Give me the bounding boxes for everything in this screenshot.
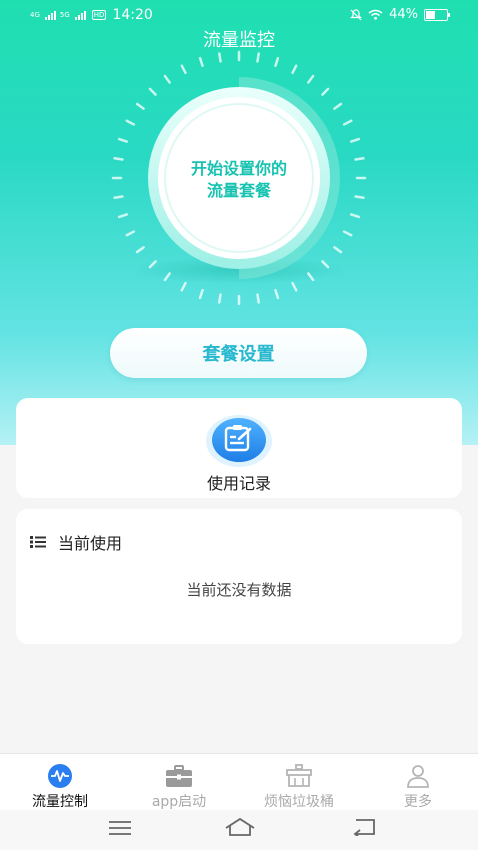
dial-tick — [180, 64, 187, 75]
dial-prompt[interactable]: 开始设置你的 流量套餐 — [160, 158, 318, 202]
system-nav-bar — [0, 810, 478, 850]
dial-tick — [198, 56, 204, 68]
list-icon — [30, 536, 46, 548]
dial-tick — [198, 288, 204, 300]
dial-tick — [256, 293, 260, 304]
tab-app-launch[interactable]: app启动 — [124, 764, 234, 811]
tab-label: 流量控制 — [32, 794, 88, 810]
dial-tick — [342, 119, 353, 126]
dial-tick — [333, 102, 343, 110]
back-icon[interactable] — [352, 818, 378, 836]
dial-tick — [291, 281, 298, 292]
dial-tick — [307, 74, 315, 84]
dial-tick — [349, 137, 361, 143]
dial-tick — [321, 87, 330, 96]
dial-tick — [274, 288, 280, 300]
dial-tick — [218, 293, 222, 304]
dial-tick — [148, 87, 157, 96]
dial-tick — [117, 213, 129, 219]
usage-record-label[interactable]: 使用记录 — [0, 470, 478, 494]
dial-tick — [117, 137, 129, 143]
dial-tick — [274, 56, 280, 68]
dial-tick — [125, 230, 136, 237]
dial-tick — [113, 195, 124, 199]
dial-tick — [342, 230, 353, 237]
empty-state-text: 当前还没有数据 — [186, 581, 292, 599]
tab-label: 更多 — [404, 794, 432, 810]
dial-tick — [163, 74, 171, 84]
dial-tick — [256, 52, 260, 63]
dial-prompt-line1: 开始设置你的 — [190, 159, 287, 178]
dial-tick — [291, 64, 298, 75]
dial-tick — [333, 246, 343, 254]
current-usage-title: 当前使用 — [58, 534, 123, 553]
menu-icon[interactable] — [108, 820, 132, 836]
dial-tick — [125, 119, 136, 126]
briefcase-icon — [166, 765, 192, 787]
dial-tick — [180, 281, 187, 292]
plan-settings-button[interactable]: 套餐设置 — [110, 328, 367, 378]
tab-label: app启动 — [151, 794, 207, 810]
dial-tick — [354, 157, 365, 161]
tab-label: 烦恼垃圾桶 — [264, 794, 334, 810]
home-icon[interactable] — [224, 817, 256, 837]
trash-bin-icon — [286, 764, 312, 787]
tab-worry-trash[interactable]: 烦恼垃圾桶 — [244, 764, 354, 811]
person-icon — [407, 765, 429, 788]
bottom-tab-bar: 流量控制 app启动 烦恼垃圾桶 更多 — [0, 753, 478, 811]
dial-tick — [113, 157, 124, 161]
dial-tick — [135, 246, 145, 254]
dial-tick — [135, 102, 145, 110]
clipboard-edit-icon[interactable] — [206, 413, 272, 469]
tab-traffic-control[interactable]: 流量控制 — [5, 764, 115, 811]
pulse-icon — [48, 764, 72, 788]
dial-tick — [354, 195, 365, 199]
dial-tick — [349, 213, 361, 219]
dial-tick — [218, 52, 222, 63]
dial-prompt-line2: 流量套餐 — [206, 181, 271, 200]
tab-more[interactable]: 更多 — [363, 764, 473, 811]
current-usage-header: 当前使用 — [30, 530, 122, 554]
